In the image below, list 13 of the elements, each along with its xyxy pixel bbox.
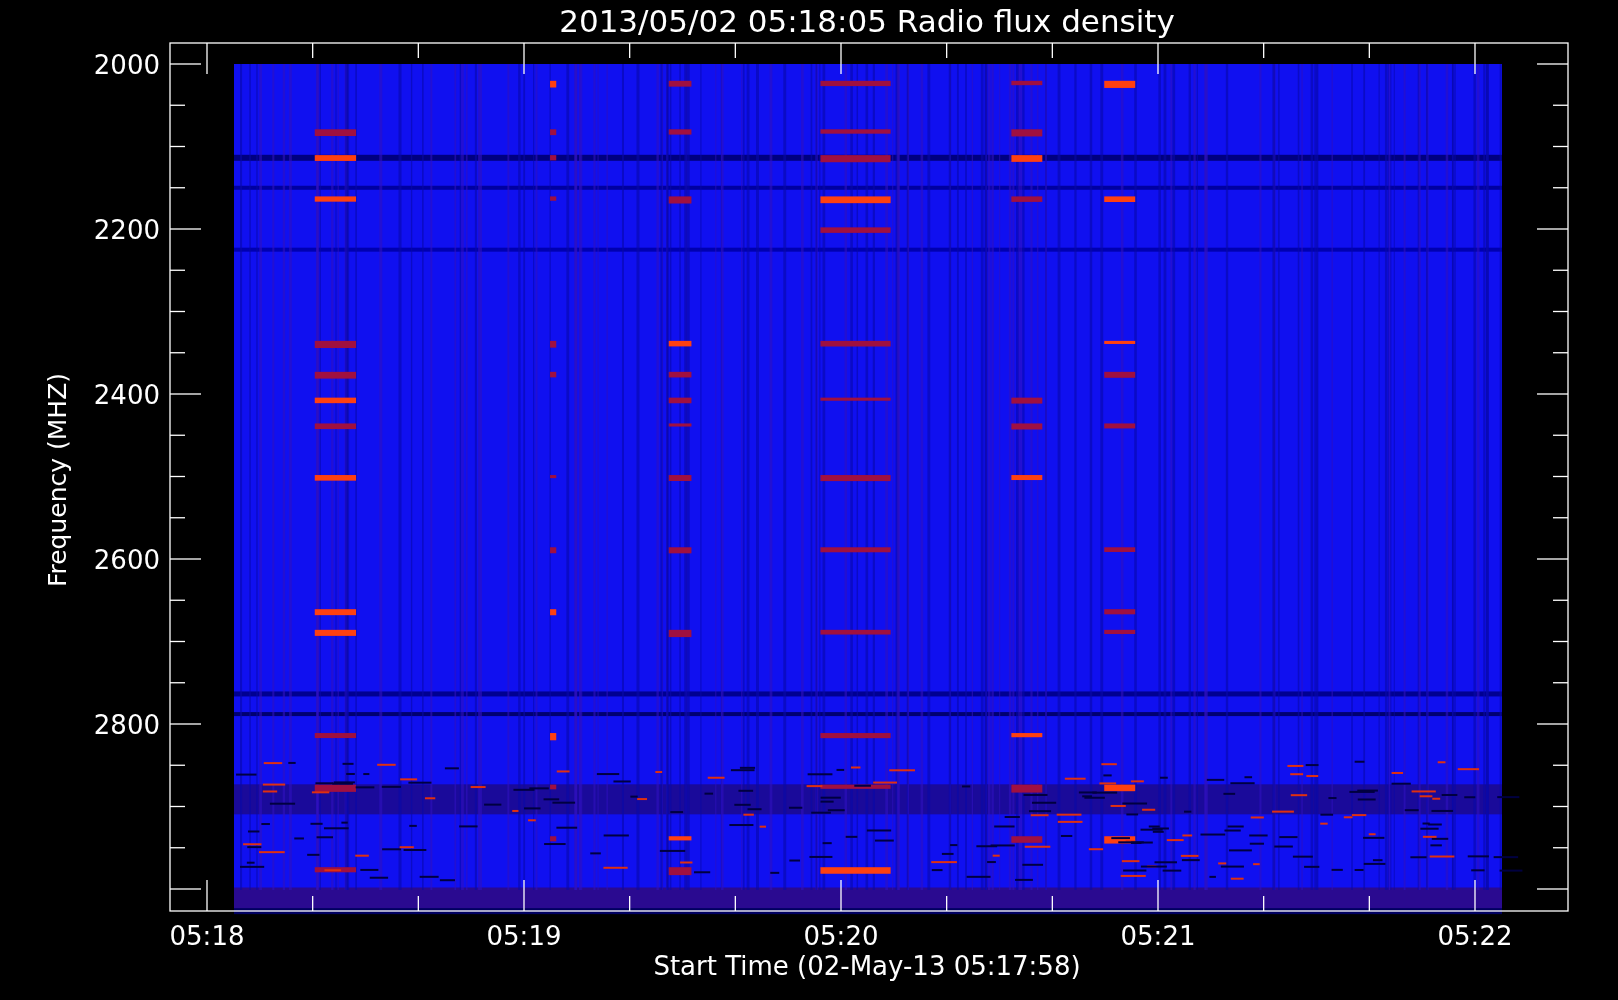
y-tick-label: 2000 (93, 50, 160, 80)
x-tick-label: 05:21 (1120, 921, 1196, 951)
x-tick-label: 05:22 (1437, 921, 1513, 951)
y-axis-label: Frequency (MHZ) (43, 372, 72, 588)
x-tick-label: 05:18 (169, 921, 245, 951)
plot-title: 2013/05/02 05:18:05 Radio flux density (559, 3, 1175, 39)
y-tick-label: 2200 (93, 215, 160, 245)
y-tick-label: 2600 (93, 545, 160, 575)
y-tick-label: 2400 (93, 380, 160, 410)
y-tick-label: 2800 (93, 710, 160, 740)
x-tick-label: 05:20 (803, 921, 879, 951)
x-axis-label: Start Time (02-May-13 05:17:58) (653, 951, 1081, 981)
x-tick-label: 05:19 (486, 921, 562, 951)
